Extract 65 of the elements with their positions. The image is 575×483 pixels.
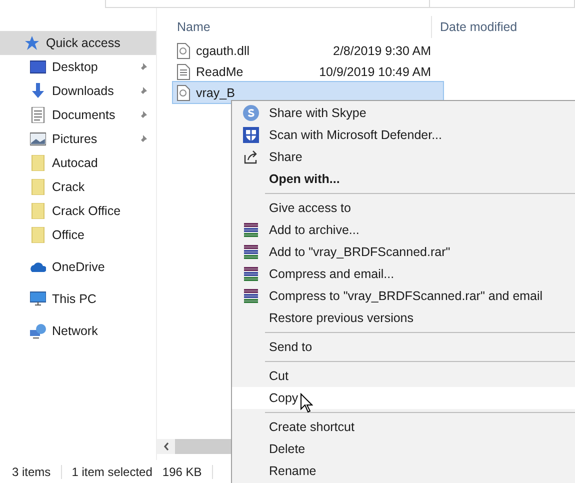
menu-item[interactable]: Send to bbox=[232, 336, 575, 358]
menu-item[interactable]: Delete bbox=[232, 438, 575, 460]
sidebar-item[interactable]: Quick access bbox=[0, 31, 156, 55]
date-cell: 10/9/2019 10:49 AM bbox=[319, 64, 431, 78]
menu-item[interactable]: Cut bbox=[232, 365, 575, 387]
sidebar-item[interactable]: Pictures bbox=[0, 127, 156, 151]
folder-icon bbox=[30, 179, 46, 195]
network-icon bbox=[30, 323, 46, 339]
books-icon bbox=[243, 266, 259, 282]
menu-item[interactable]: Scan with Microsoft Defender... bbox=[232, 124, 575, 146]
menu-item[interactable]: Add to archive... bbox=[232, 219, 575, 241]
file-name: vray_B bbox=[196, 86, 235, 100]
menu-item[interactable]: Compress and email... bbox=[232, 263, 575, 285]
column-header[interactable]: Name bbox=[177, 20, 210, 34]
down-arrow-icon bbox=[30, 83, 46, 99]
sidebar-item[interactable]: Office bbox=[0, 223, 156, 247]
books-icon bbox=[243, 222, 259, 238]
sidebar-item[interactable]: This PC bbox=[0, 287, 156, 311]
sidebar-item[interactable]: Autocad bbox=[0, 151, 156, 175]
image-icon bbox=[30, 131, 46, 147]
books-icon bbox=[243, 288, 259, 304]
document-icon bbox=[177, 64, 190, 80]
sidebar-item[interactable]: Downloads bbox=[0, 79, 156, 103]
column-header[interactable]: Date modified bbox=[432, 20, 518, 34]
file-icon bbox=[177, 42, 190, 58]
selection-size: 196 KB bbox=[162, 464, 202, 478]
monitor-icon bbox=[30, 291, 46, 307]
sidebar-item[interactable]: OneDrive bbox=[0, 255, 156, 279]
books-icon bbox=[243, 244, 259, 260]
menu-item[interactable]: Compress to "vray_BRDFScanned.rar" and email bbox=[232, 285, 575, 307]
search-field[interactable] bbox=[430, 0, 575, 8]
document-icon bbox=[30, 107, 46, 123]
folder-icon bbox=[30, 203, 46, 219]
star-icon bbox=[24, 35, 40, 51]
file-name: cgauth.dll bbox=[196, 44, 250, 58]
sidebar-item[interactable]: Network bbox=[0, 319, 156, 343]
menu-item[interactable]: Add to "vray_BRDFScanned.rar" bbox=[232, 241, 575, 263]
menu-item[interactable]: Rename bbox=[232, 460, 575, 482]
skype-icon bbox=[243, 105, 259, 121]
menu-item[interactable]: Restore previous versions bbox=[232, 307, 575, 329]
sidebar-item[interactable]: Desktop bbox=[0, 55, 156, 79]
menu-item[interactable]: Copy bbox=[232, 387, 575, 409]
folder-icon bbox=[30, 155, 46, 171]
item-count: 3 items bbox=[12, 464, 51, 478]
file-row[interactable]: ReadMe 10/9/2019 10:49 AM bbox=[173, 61, 431, 82]
file-icon bbox=[177, 84, 190, 100]
menu-item[interactable]: Give access to bbox=[232, 197, 575, 219]
folder-icon bbox=[30, 227, 46, 243]
address-bar[interactable] bbox=[105, 0, 430, 8]
file-name: ReadMe bbox=[196, 64, 244, 78]
sidebar-item[interactable]: Crack Office bbox=[0, 199, 156, 223]
desktop-icon bbox=[30, 59, 46, 75]
sidebar-item[interactable]: Documents bbox=[0, 103, 156, 127]
cursor-icon bbox=[300, 393, 313, 413]
menu-item[interactable]: Share bbox=[232, 146, 575, 168]
menu-item[interactable]: Open with... bbox=[232, 168, 575, 190]
date-cell: 2/8/2019 9:30 AM bbox=[333, 44, 431, 58]
share-icon bbox=[243, 149, 259, 165]
sidebar-item[interactable]: Crack bbox=[0, 175, 156, 199]
scroll-left-icon[interactable] bbox=[157, 439, 175, 454]
file-row[interactable]: cgauth.dll 2/8/2019 9:30 AM bbox=[173, 40, 431, 61]
selection-info: 1 item selected bbox=[72, 464, 152, 478]
shield-icon bbox=[243, 127, 259, 143]
menu-item[interactable]: Share with Skype bbox=[232, 102, 575, 124]
menu-item[interactable]: Create shortcut bbox=[232, 416, 575, 438]
